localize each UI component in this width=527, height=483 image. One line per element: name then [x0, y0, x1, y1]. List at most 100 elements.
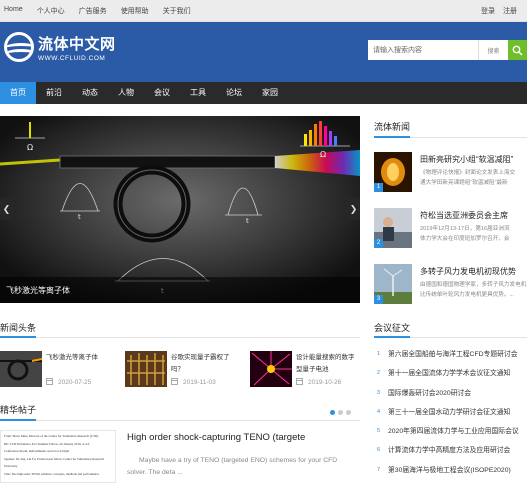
nav-item-forum[interactable]: 论坛: [216, 82, 252, 104]
featured-description: Maybe have a try of TENO (targeted ENO) …: [127, 455, 352, 479]
sidebar-news-item[interactable]: 1 田新亮研究小组“软温减阻” 《物理评论快报》封面论文发表上海交 通大学田新亮…: [374, 152, 527, 192]
nav-item-home[interactable]: 首页: [0, 82, 36, 104]
top-link-user-center[interactable]: 个人中心: [37, 6, 65, 16]
news-description: 《物理评论快报》封面论文发表上海交 通大学田新亮课题组“软温减阻”最新: [420, 170, 516, 186]
nav-item-tools[interactable]: 工具: [180, 82, 216, 104]
featured-pagination: [330, 410, 351, 415]
section-title-news-headline: 新闻头条: [0, 323, 37, 333]
top-link-ad-service[interactable]: 广告服务: [79, 6, 107, 16]
headline-thumbnail: [0, 351, 42, 387]
slider-prev-arrow[interactable]: ❮: [0, 198, 13, 220]
nav-item-conference[interactable]: 会议: [144, 82, 180, 104]
conference-title[interactable]: 计算流体力学中高精度方法及应用研讨会: [388, 447, 510, 454]
section-divider: [0, 420, 360, 421]
conference-title[interactable]: 第十一届全国流体力学学术会议征文通知: [388, 370, 510, 377]
conference-item[interactable]: 4 第三十一届全国水动力学研讨会征文通知: [374, 403, 527, 422]
sidebar-news-item[interactable]: 2 符松当选亚洲委员会主席 2019年12月13-17日，第16届亚洲流 体力学…: [374, 208, 527, 248]
headline-title[interactable]: 飞秒激光等离子体: [46, 352, 120, 364]
conference-number: 2: [376, 370, 381, 377]
time-label-left: t: [78, 213, 81, 221]
news-rank-badge: 3: [374, 295, 383, 304]
omega-label-left: Ω: [27, 143, 33, 152]
conference-item[interactable]: 1 第六届全国船舶与海洋工程CFD专题研讨会: [374, 345, 527, 364]
headline-date: 2020-07-25: [46, 378, 91, 386]
conference-item[interactable]: 2 第十一届全国流体力学学术会议征文通知: [374, 364, 527, 383]
conference-title[interactable]: 第30届海洋与极地工程会议(ISOPE2020): [388, 467, 511, 474]
section-title-conference: 会议征文: [374, 323, 411, 333]
main-nav: 首页 前沿 动态 人物 会议 工具 论坛 家园: [0, 82, 527, 104]
search-input[interactable]: [368, 40, 478, 60]
featured-desc-line: Maybe have a try of TENO (targeted ENO) …: [139, 457, 338, 464]
section-accent: [0, 419, 36, 421]
nav-item-home-community[interactable]: 家园: [252, 82, 288, 104]
headline-date: 2019-10-26: [296, 378, 341, 386]
conference-number: 4: [376, 408, 381, 415]
nav-item-frontier[interactable]: 前沿: [36, 82, 72, 104]
featured-paper-thumbnail[interactable]: From: Pieter Mate, Director of the Centr…: [0, 430, 116, 483]
slider-caption[interactable]: 飞秒激光等离子体: [6, 285, 70, 296]
nav-item-people[interactable]: 人物: [108, 82, 144, 104]
pagination-dot[interactable]: [346, 410, 351, 415]
news-rank-badge: 1: [374, 183, 383, 192]
slider-next-arrow[interactable]: ❯: [347, 198, 360, 220]
paper-line: University: [4, 464, 18, 469]
conference-list: 1 第六届全国船舶与海洋工程CFD专题研讨会 2 第十一届全国流体力学学术会议征文通…: [374, 345, 527, 480]
headline-title[interactable]: 谷歌实现量子霸权了吗？: [171, 352, 241, 376]
paper-line: Conference Room, Refreshments served at …: [4, 449, 70, 454]
conference-item[interactable]: 5 2020年第四届流体力学与工业应用国际会议: [374, 422, 527, 441]
news-description: 2019年12月13-17日，第16届亚洲流 体力学大会在印度班加罗尔召开。会: [420, 226, 510, 242]
news-title[interactable]: 符松当选亚洲委员会主席: [420, 210, 508, 221]
featured-desc-line: solver. The deta ...: [127, 469, 183, 476]
headline-item[interactable]: 设计能量搜索的数字型量子电池 2019-10-26: [250, 351, 360, 391]
conference-title[interactable]: 国际爆轰研讨会2020研讨会: [388, 390, 471, 397]
search-icon: [512, 45, 523, 56]
headline-title[interactable]: 设计能量搜索的数字型量子电池: [296, 352, 358, 376]
top-link-home[interactable]: Home: [4, 6, 23, 16]
search-bar: 搜索: [368, 40, 527, 60]
site-logo[interactable]: 流体中文网 WWW.CFLUID.COM: [4, 32, 116, 62]
conference-title[interactable]: 第三十一届全国水动力学研讨会征文通知: [388, 409, 510, 416]
section-accent: [374, 336, 410, 338]
paper-line: From: Pieter Mate, Director of the Centr…: [4, 434, 99, 438]
hero-slider[interactable]: Ω Ω t t t ❮ ❯ 飞秒激光等离子体: [0, 116, 360, 303]
headline-thumbnail: [250, 351, 292, 387]
register-link[interactable]: 注册: [503, 6, 517, 16]
news-thumbnail: 2: [374, 208, 412, 248]
featured-title[interactable]: High order shock-capturing TENO (targete: [127, 432, 305, 443]
headline-thumbnail: [125, 351, 167, 387]
search-icon-button[interactable]: [508, 40, 527, 60]
conference-number: 5: [376, 428, 381, 435]
headline-date: 2019-11-03: [171, 378, 216, 386]
news-thumbnail: 1: [374, 152, 412, 192]
headline-item[interactable]: 谷歌实现量子霸权了吗？ 2019-11-03: [125, 351, 247, 391]
nav-item-news[interactable]: 动态: [72, 82, 108, 104]
top-utility-bar: Home 个人中心 广告服务 使用帮助 关于我们 登录 注册: [0, 0, 527, 22]
conference-title[interactable]: 第六届全国船舶与海洋工程CFD专题研讨会: [388, 351, 518, 358]
omega-label-right: Ω: [320, 150, 326, 159]
section-title-featured: 精华帖子: [0, 405, 37, 415]
news-thumbnail: 3: [374, 264, 412, 304]
news-title[interactable]: 多转子风力发电机初现优势: [420, 266, 516, 277]
sidebar-news-item[interactable]: 3 多转子风力发电机初现优势 由德国和德国物理学家，多转子风力发电机 比传统单叶…: [374, 264, 527, 304]
top-link-help[interactable]: 使用帮助: [121, 6, 149, 16]
time-label-right: t: [246, 217, 249, 225]
top-link-about[interactable]: 关于我们: [163, 6, 191, 16]
conference-item[interactable]: 3 国际爆轰研讨会2020研讨会: [374, 384, 527, 403]
conference-number: 3: [376, 389, 381, 396]
conference-title[interactable]: 2020年第四届流体力学与工业应用国际会议: [388, 428, 519, 435]
paper-line: Title: The high-order TENO schemes: conc…: [4, 471, 100, 476]
slider-image: Ω Ω t t t: [0, 116, 360, 303]
conference-item[interactable]: 6 计算流体力学中高精度方法及应用研讨会: [374, 441, 527, 460]
headline-item[interactable]: 飞秒激光等离子体 2020-07-25: [0, 351, 120, 391]
pagination-dot-active[interactable]: [330, 410, 335, 415]
section-accent: [374, 136, 410, 138]
login-link[interactable]: 登录: [481, 6, 495, 16]
search-button[interactable]: 搜索: [478, 40, 508, 60]
pagination-dot[interactable]: [338, 410, 343, 415]
news-title[interactable]: 田新亮研究小组“软温减阻”: [420, 154, 513, 165]
logo-icon: [4, 32, 34, 62]
section-accent: [0, 336, 36, 338]
logo-chinese-name: 流体中文网: [38, 35, 116, 53]
slider-caption-bar: 飞秒激光等离子体: [0, 277, 360, 303]
conference-item[interactable]: 7 第30届海洋与极地工程会议(ISOPE2020): [374, 461, 527, 480]
